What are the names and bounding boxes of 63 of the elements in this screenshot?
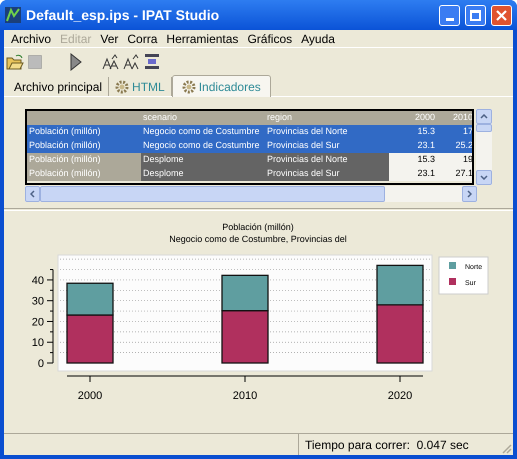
font-down-icon[interactable] [123,54,140,70]
scroll-up-button[interactable] [476,109,492,124]
app-icon [5,7,21,23]
table-cell: Población (millón) [27,139,141,153]
scroll-left-button[interactable] [25,186,40,202]
menu-item[interactable]: Ayuda [297,30,339,48]
open-folder-icon[interactable] [6,54,24,70]
window-title: Default_esp.ips - IPAT Studio [26,6,220,25]
menu-item[interactable]: Archivo [7,30,56,48]
status-text: Tiempo para correr: 0.047 sec [305,436,469,454]
table-cell: Población (millón) [27,125,141,139]
horizontal-scrollbar[interactable] [25,186,477,202]
chart-subtitle: Negocio como de Costumbre, Provincias del [169,234,347,244]
legend-background [438,256,488,294]
table-cell: Población (millón) [27,153,141,167]
maximize-button[interactable] [465,4,486,26]
html-text-icon[interactable] [144,52,160,70]
menu-item[interactable]: Corra [123,30,162,48]
menu-item[interactable]: Ver [96,30,122,48]
table-cell: Provincias del Sur [265,167,389,181]
y-tick-label: 10 [32,337,44,350]
x-tick-label: 2000 [78,390,102,402]
table-cell: 23.1 [389,167,437,181]
y-tick-label: 20 [32,316,44,328]
close-icon [496,10,507,20]
scroll-thumb[interactable] [476,124,492,132]
close-button[interactable] [491,4,512,26]
vertical-scrollbar[interactable] [476,109,492,185]
resize-grip-icon[interactable] [500,442,512,454]
table-cell: Provincias del Norte [265,125,389,139]
play-icon[interactable] [70,52,82,70]
table-cell: Provincias del Sur [265,139,389,153]
save-icon[interactable] [28,54,42,68]
minimize-icon [446,18,454,20]
table-cell: Provincias del Norte [265,153,389,167]
menu-item[interactable]: Herramientas [162,30,242,48]
table-cell: 23.1 [389,139,437,153]
x-tick-label: 2020 [388,390,412,402]
table-cell: Negocio como de Costumbre [141,139,265,153]
table-cell: Desplome [141,167,265,181]
menu-item[interactable]: Gráficos [243,30,296,48]
column-header: region [265,111,389,125]
column-header: 2000 [389,111,437,125]
scroll-down-button[interactable] [476,170,492,185]
y-tick-label: 30 [32,296,44,308]
chart-title: Población (millón) [222,222,294,232]
maximize-icon [470,10,481,20]
y-tick-label: 0 [38,358,44,370]
gear-icon [115,80,130,94]
minimize-button[interactable] [439,4,460,26]
x-tick-label: 2010 [232,390,258,402]
table-cell: Población (millón) [27,167,141,181]
column-header: scenario [141,111,265,125]
table-cell: 15.3 [389,153,437,167]
table-cell: 15.3 [389,125,437,139]
table-cell: Desplome [141,153,265,167]
tab[interactable]: Indicadores [172,75,271,97]
y-tick-label: 40 [32,274,44,287]
font-up-icon[interactable] [102,54,119,70]
scroll-right-button[interactable] [462,186,477,202]
scroll-thumb[interactable] [40,186,385,202]
gear-icon [182,80,196,94]
table-cell: Negocio como de Costumbre [141,125,265,139]
